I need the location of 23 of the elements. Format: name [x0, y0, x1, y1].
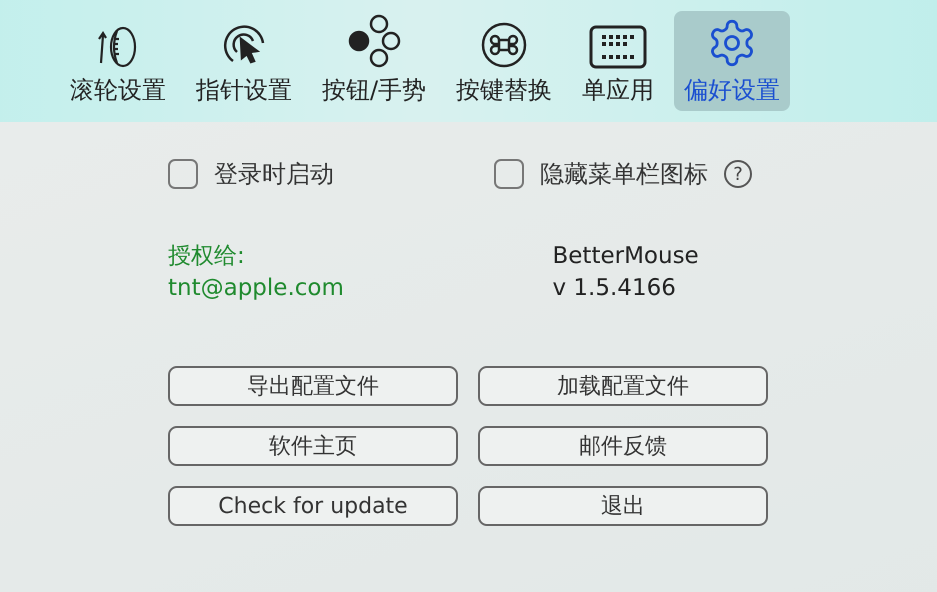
action-button[interactable]: 导出配置文件: [168, 366, 458, 406]
license-heading: 授权给:: [168, 242, 246, 271]
toolbar-tab[interactable]: 按钮/手势: [312, 11, 436, 111]
checkbox[interactable]: [168, 159, 198, 189]
toolbar-tab[interactable]: 滚轮设置: [60, 11, 176, 111]
toolbar-tab[interactable]: 偏好设置: [674, 11, 790, 111]
command-key-icon: [480, 21, 528, 69]
action-button[interactable]: 软件主页: [168, 426, 458, 466]
checkbox[interactable]: [494, 159, 524, 189]
action-button[interactable]: 加载配置文件: [478, 366, 768, 406]
toolbar-tab[interactable]: 单应用: [572, 11, 664, 111]
action-button[interactable]: 退出: [478, 486, 768, 526]
help-button[interactable]: ?: [724, 160, 752, 188]
action-button[interactable]: Check for update: [168, 486, 458, 526]
action-button[interactable]: 邮件反馈: [478, 426, 768, 466]
option-label: 隐藏菜单栏图标: [540, 159, 708, 190]
license-email: tnt@apple.com: [168, 274, 345, 303]
option-label: 登录时启动: [214, 159, 334, 190]
app-name: BetterMouse: [552, 242, 700, 271]
toolbar-tab[interactable]: 指针设置: [186, 11, 302, 111]
keyboard-icon: [589, 25, 648, 69]
app-version: v 1.5.4166: [552, 274, 677, 303]
toolbar-tab[interactable]: 按键替换: [446, 11, 562, 111]
